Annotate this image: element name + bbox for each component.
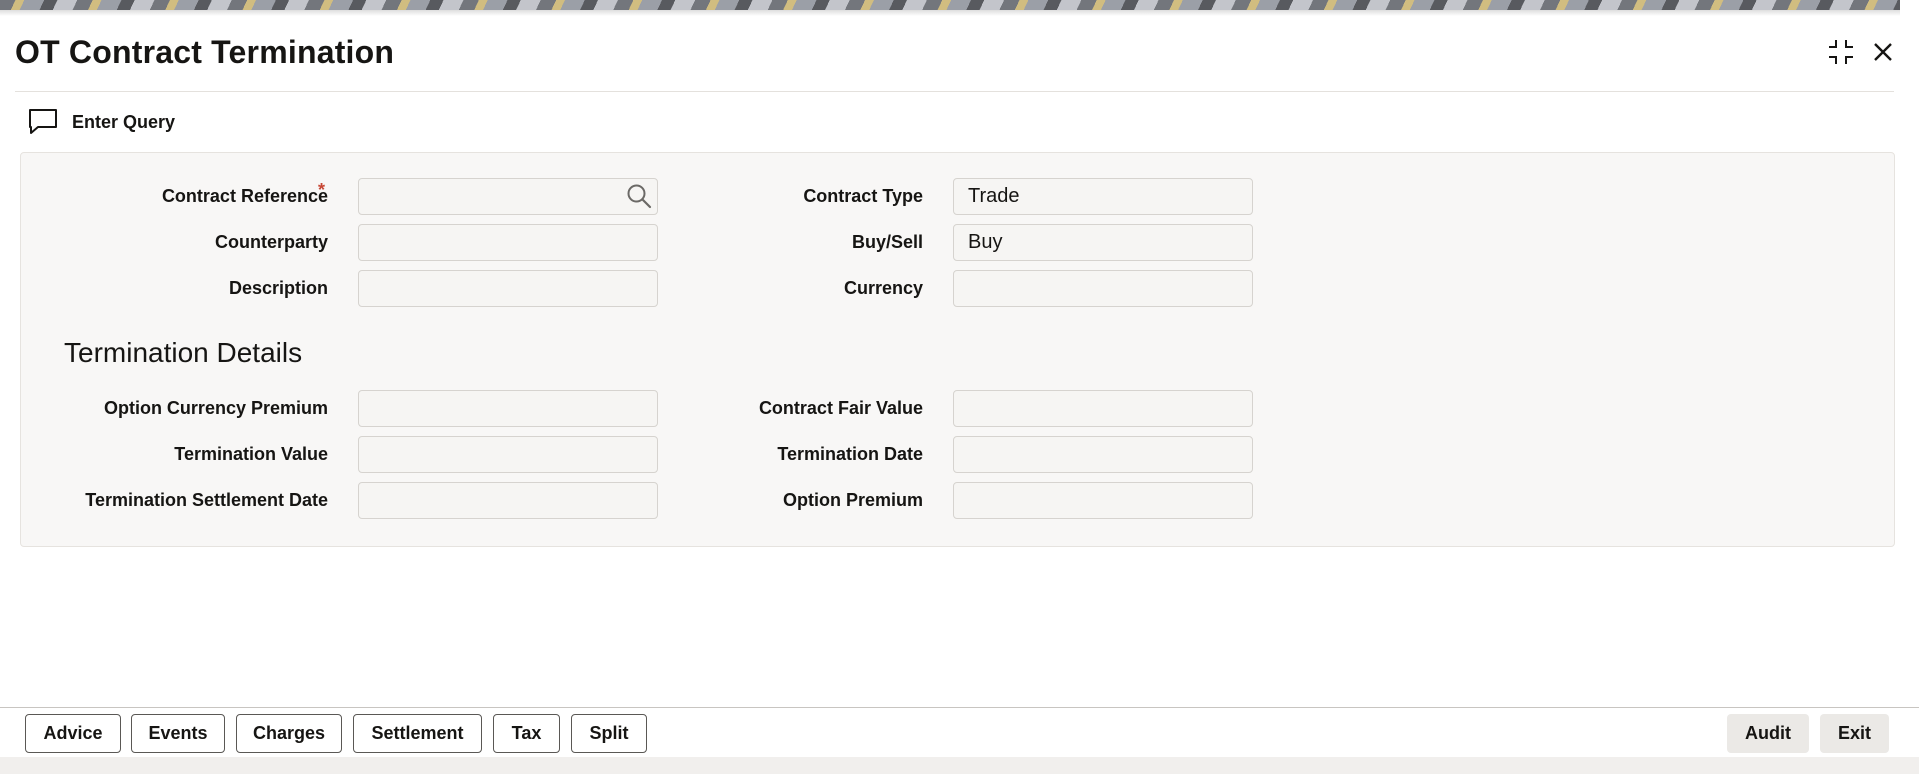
contract-fair-value-label: Contract Fair Value [758,398,923,418]
buy-sell-label: Buy/Sell [851,232,923,252]
header-banner [0,0,1900,16]
termination-details-heading: Termination Details [64,337,303,368]
description-input[interactable] [358,270,658,307]
termination-value-label: Termination Value [174,444,328,464]
termination-settlement-date-input[interactable] [358,482,658,519]
window-controls [1825,36,1899,68]
chat-bubble-icon [29,109,57,134]
audit-button[interactable]: Audit [1727,714,1809,753]
termination-value-input[interactable] [358,436,658,473]
exit-button[interactable]: Exit [1820,714,1889,753]
split-button[interactable]: Split [571,714,647,753]
option-premium-input[interactable] [953,482,1253,519]
compress-button[interactable] [1825,36,1857,68]
charges-button[interactable]: Charges [236,714,342,753]
option-premium-label: Option Premium [782,490,923,510]
counterparty-label: Counterparty [214,232,328,252]
termination-date-input[interactable] [953,436,1253,473]
compress-icon [1829,40,1853,64]
description-label: Description [228,278,328,298]
enter-query-label: Enter Query [72,111,176,132]
counterparty-input[interactable] [358,224,658,261]
currency-label: Currency [843,278,923,298]
settlement-button[interactable]: Settlement [353,714,482,753]
events-button[interactable]: Events [131,714,225,753]
contract-type-field[interactable] [953,178,1253,215]
tax-button[interactable]: Tax [493,714,560,753]
termination-date-label: Termination Date [777,444,923,464]
option-currency-premium-label: Option Currency Premium [103,398,328,418]
required-indicator: * [318,180,326,200]
enter-query-button[interactable]: Enter Query [28,108,175,136]
termination-settlement-date-label: Termination Settlement Date [85,490,328,510]
contract-fair-value-input[interactable] [953,390,1253,427]
page-title: OT Contract Termination [15,34,395,70]
buy-sell-field[interactable] [953,224,1253,261]
contract-reference-label: Contract Reference [161,186,328,206]
close-icon [1874,43,1892,61]
close-button[interactable] [1867,36,1899,68]
title-divider [15,91,1894,92]
search-icon[interactable] [626,183,652,209]
contract-type-label: Contract Type [803,186,923,206]
currency-input[interactable] [953,270,1253,307]
contract-reference-input[interactable] [358,178,658,215]
option-currency-premium-input[interactable] [358,390,658,427]
status-strip [0,757,1919,774]
advice-button[interactable]: Advice [25,714,121,753]
